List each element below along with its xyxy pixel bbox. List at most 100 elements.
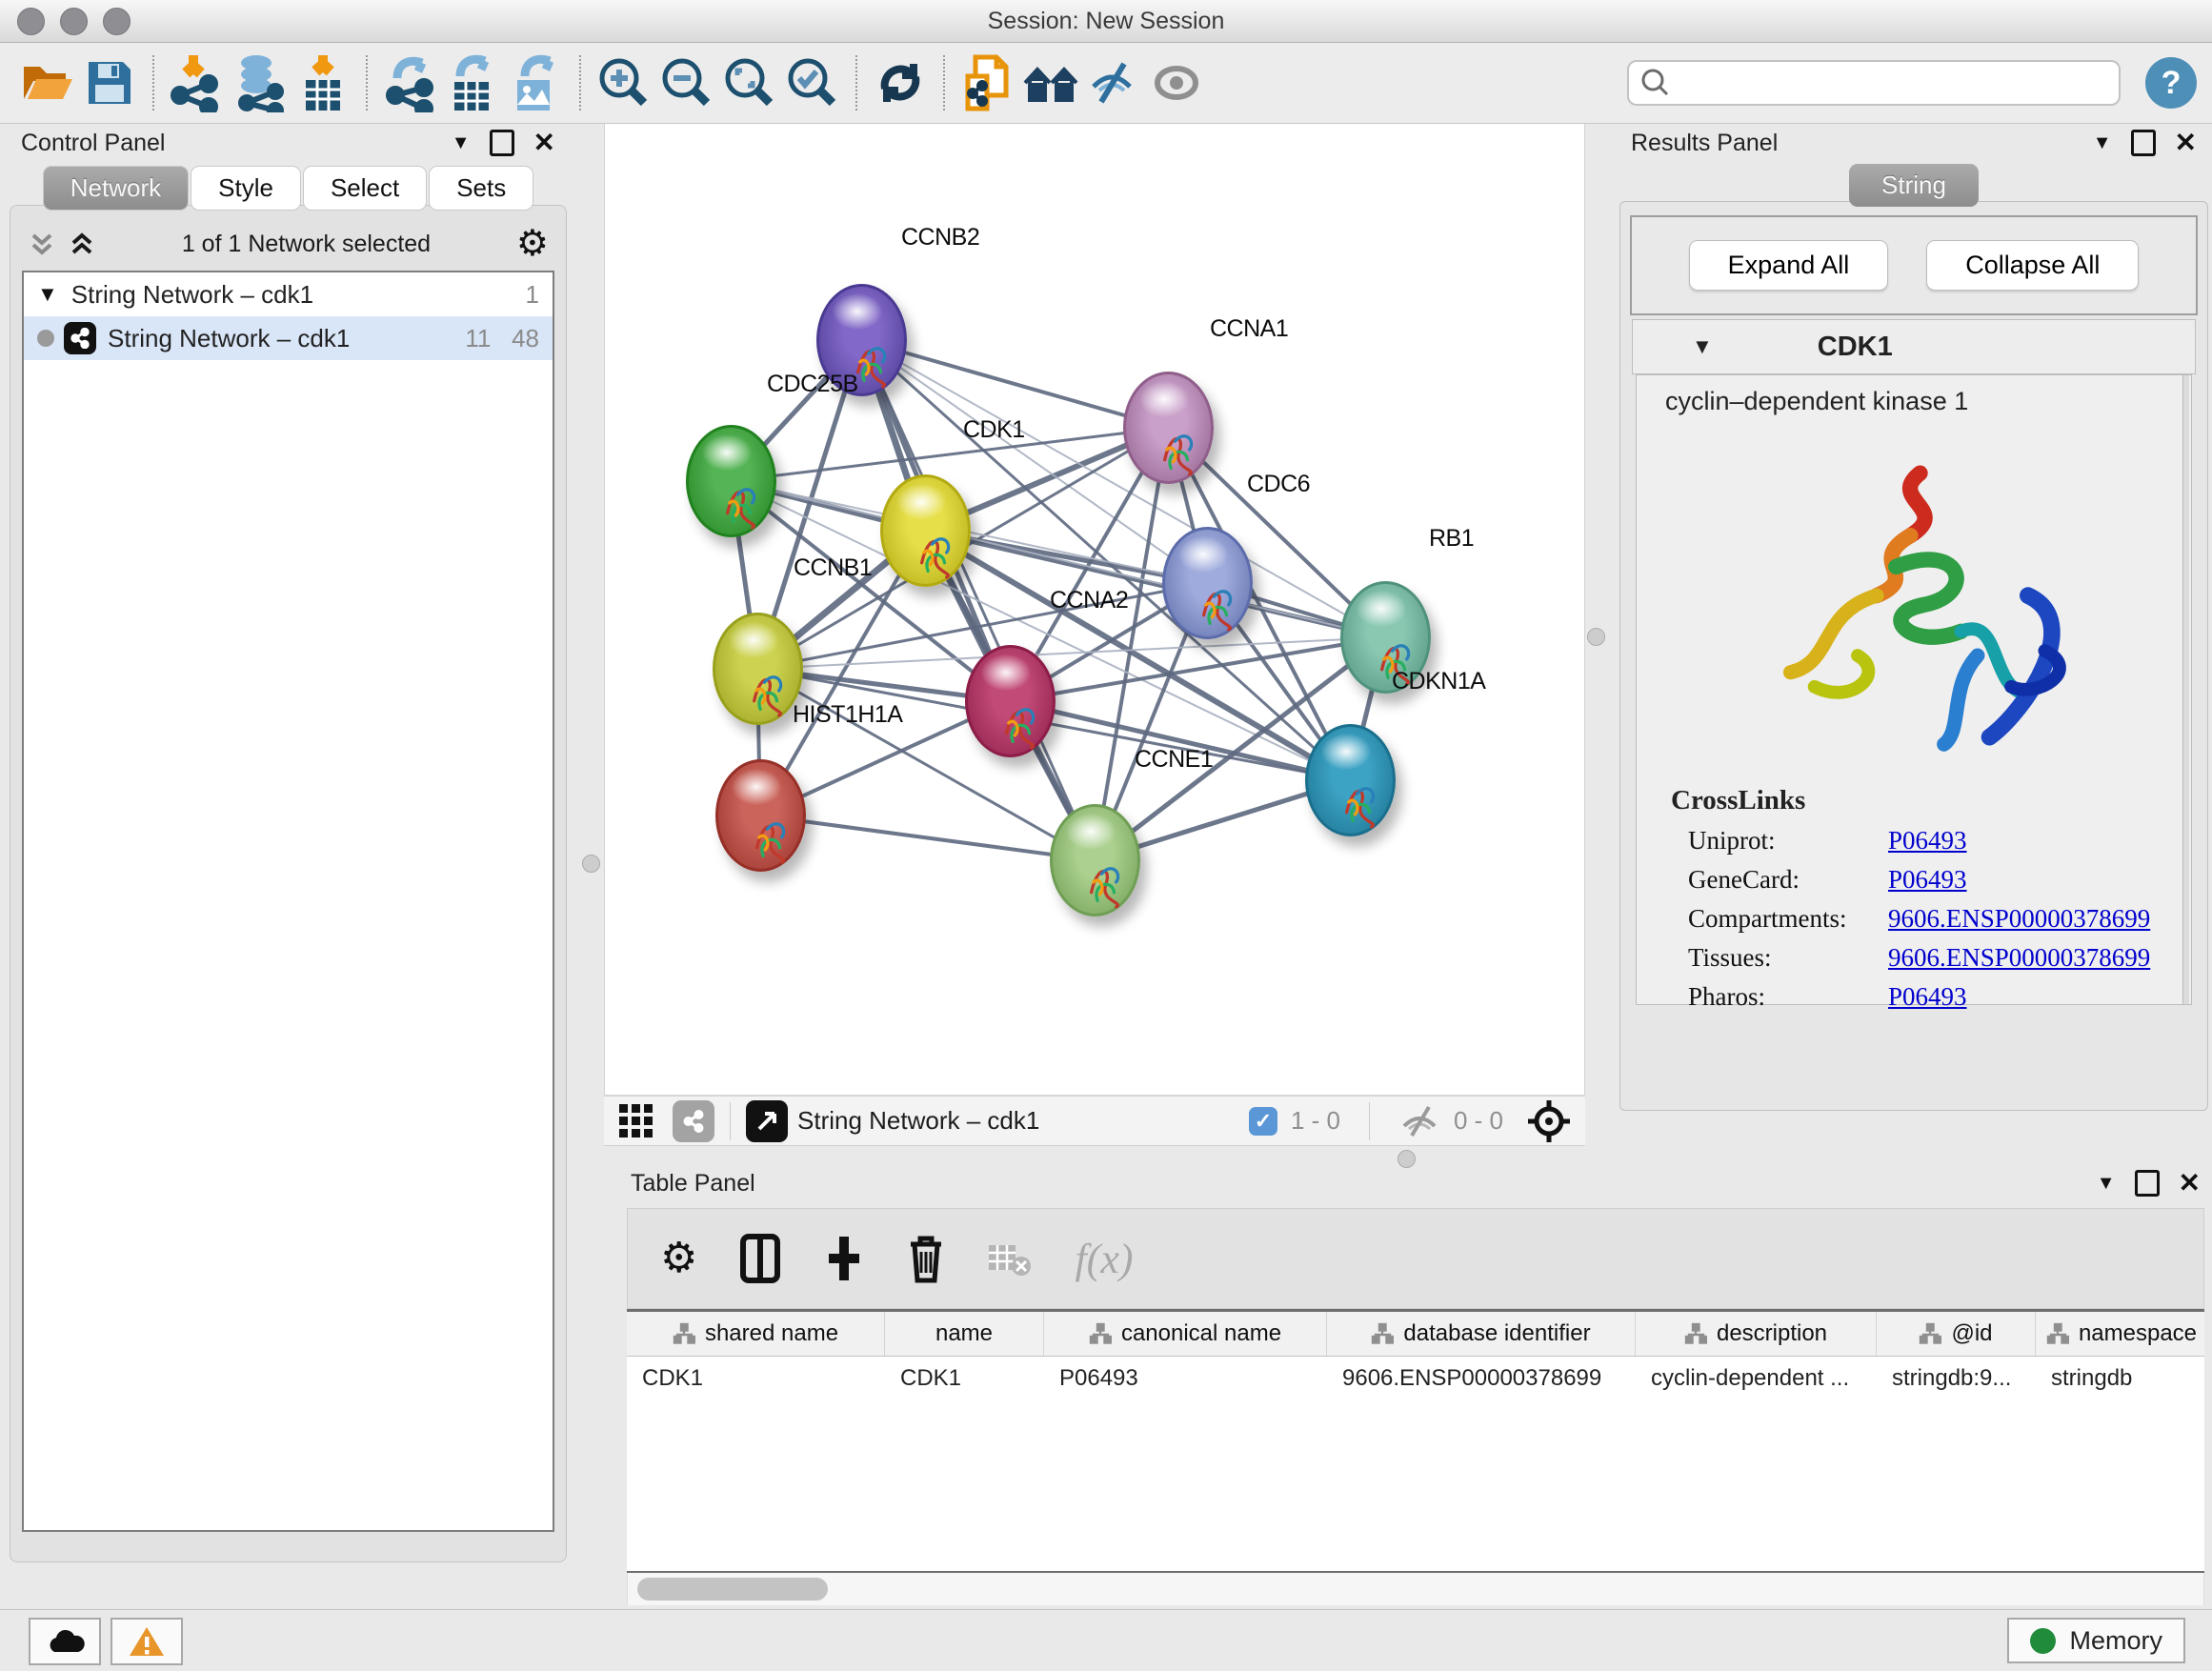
collection-expander-icon[interactable]: ▼ <box>37 282 58 307</box>
export-network-icon[interactable] <box>379 50 442 116</box>
table-row[interactable]: CDK1CDK1P064939606.ENSP00000378699cyclin… <box>627 1357 2204 1400</box>
network-overview-icon[interactable] <box>673 1100 714 1142</box>
collapse-all-chevron-icon[interactable] <box>68 230 96 258</box>
window-traffic-lights[interactable] <box>17 8 131 35</box>
collapse-all-button[interactable]: Collapse All <box>1926 240 2139 291</box>
hidden-items-eye-icon[interactable] <box>1398 1103 1440 1139</box>
float-panel-icon[interactable] <box>2131 130 2156 156</box>
network-edge-HIST1H1A-CCNE1[interactable] <box>760 815 1095 860</box>
crosslink-link-compartments-[interactable]: 9606.ENSP00000378699 <box>1888 904 2150 934</box>
expand-all-chevron-icon[interactable] <box>28 230 56 258</box>
table-cell[interactable]: P06493 <box>1044 1357 1327 1400</box>
zoom-in-icon[interactable] <box>593 50 655 116</box>
open-file-network-icon[interactable] <box>956 50 1019 116</box>
column-header-database-identifier[interactable]: database identifier <box>1327 1312 1636 1356</box>
collapse-panel-icon[interactable]: ▼ <box>452 132 471 154</box>
table-cell[interactable]: cyclin-dependent ... <box>1636 1357 1877 1400</box>
table-cell[interactable]: stringdb <box>2036 1357 2204 1400</box>
minimize-window-button[interactable] <box>60 8 88 35</box>
expand-all-button[interactable]: Expand All <box>1689 240 1889 291</box>
save-session-icon[interactable] <box>78 50 141 116</box>
show-grid-icon[interactable] <box>617 1102 655 1140</box>
cloud-status-button[interactable] <box>29 1618 101 1665</box>
float-panel-icon[interactable] <box>490 130 514 156</box>
import-network-from-file-icon[interactable] <box>166 50 229 116</box>
search-input[interactable] <box>1627 60 2121 106</box>
export-table-icon[interactable] <box>442 50 505 116</box>
toolbar-separator <box>730 1102 731 1140</box>
close-panel-icon[interactable]: ✕ <box>2175 132 2197 153</box>
network-node-CCNA2[interactable] <box>965 645 1056 757</box>
memory-button[interactable]: Memory <box>2007 1618 2185 1663</box>
gene-expander-icon[interactable]: ▼ <box>1692 334 1713 359</box>
table-cell[interactable]: CDK1 <box>627 1357 885 1400</box>
selected-items-checkbox-icon[interactable]: ✓ <box>1249 1107 1277 1136</box>
create-column-icon[interactable] <box>823 1233 865 1284</box>
scrollbar-thumb[interactable] <box>637 1578 828 1601</box>
zoom-selected-icon[interactable] <box>781 50 844 116</box>
crosslink-link-genecard-[interactable]: P06493 <box>1888 865 1967 895</box>
left-splitter-handle[interactable] <box>582 855 600 873</box>
table-cell[interactable]: CDK1 <box>885 1357 1044 1400</box>
column-header-description[interactable]: description <box>1636 1312 1877 1356</box>
function-builder-icon[interactable]: f(x) <box>1075 1235 1133 1283</box>
column-header-shared-name[interactable]: shared name <box>627 1312 885 1356</box>
network-row[interactable]: String Network – cdk1 11 48 <box>24 316 553 360</box>
tab-select[interactable]: Select <box>303 166 427 211</box>
tab-sets[interactable]: Sets <box>429 166 533 211</box>
delete-columns-icon[interactable] <box>907 1233 945 1284</box>
table-cell[interactable]: 9606.ENSP00000378699 <box>1327 1357 1636 1400</box>
network-node-CDC6[interactable] <box>1162 527 1253 639</box>
zoom-fit-content-icon[interactable] <box>718 50 781 116</box>
network-edge-CCNB2-CCNA1[interactable] <box>861 340 1168 428</box>
warnings-button[interactable] <box>111 1618 183 1665</box>
network-node-CCNB1[interactable] <box>713 613 803 725</box>
show-glass-eye-icon[interactable] <box>1145 50 1208 116</box>
table-horizontal-scrollbar[interactable] <box>627 1573 2204 1605</box>
table-cell[interactable]: stringdb:9... <box>1877 1357 2036 1400</box>
column-header-name[interactable]: name <box>885 1312 1044 1356</box>
collapse-panel-icon[interactable]: ▼ <box>2097 1173 2116 1195</box>
network-canvas[interactable]: CCNB2CCNA1CDC25BCDK1CDC6RB1CCNB1CCNA2CDK… <box>604 124 1585 1095</box>
results-scrollbar[interactable] <box>2182 375 2189 1004</box>
column-header--id[interactable]: @id <box>1877 1312 2036 1356</box>
open-session-icon[interactable] <box>15 50 78 116</box>
column-settings-gear-icon[interactable]: ⚙ <box>660 1240 697 1277</box>
column-header-namespace[interactable]: namespace <box>2036 1312 2204 1356</box>
detach-view-icon[interactable] <box>746 1100 788 1142</box>
import-table-from-file-icon[interactable] <box>292 50 354 116</box>
crosslink-link-pharos-[interactable]: P06493 <box>1888 982 1967 1012</box>
column-header-canonical-name[interactable]: canonical name <box>1044 1312 1327 1356</box>
crosslink-link-uniprot-[interactable]: P06493 <box>1888 826 1967 856</box>
network-options-gear-icon[interactable]: ⚙ <box>516 226 549 262</box>
import-network-from-database-icon[interactable] <box>229 50 292 116</box>
network-node-CCNE1[interactable] <box>1050 804 1140 916</box>
export-image-icon[interactable] <box>505 50 568 116</box>
close-panel-icon[interactable]: ✕ <box>2179 1173 2201 1194</box>
collapse-panel-icon[interactable]: ▼ <box>2093 132 2112 154</box>
tab-style[interactable]: Style <box>191 166 301 211</box>
show-columns-icon[interactable] <box>739 1233 781 1284</box>
hide-glass-eye-icon[interactable] <box>1082 50 1145 116</box>
zoom-out-icon[interactable] <box>655 50 718 116</box>
refresh-view-icon[interactable] <box>869 50 932 116</box>
network-node-CDKN1A[interactable] <box>1305 724 1396 836</box>
network-node-CCNA1[interactable] <box>1123 372 1214 484</box>
close-window-button[interactable] <box>17 8 45 35</box>
right-splitter-handle[interactable] <box>1587 628 1605 646</box>
pan-crosshair-icon[interactable] <box>1526 1098 1572 1144</box>
delete-table-icon[interactable] <box>987 1239 1033 1278</box>
gene-section-header[interactable]: ▼ CDK1 <box>1632 319 2196 374</box>
tab-network[interactable]: Network <box>43 166 189 211</box>
network-node-HIST1H1A[interactable] <box>715 759 806 872</box>
close-panel-icon[interactable]: ✕ <box>533 132 555 153</box>
zoom-window-button[interactable] <box>103 8 131 35</box>
float-panel-icon[interactable] <box>2135 1170 2160 1197</box>
help-icon[interactable]: ? <box>2145 57 2197 109</box>
crosslink-link-tissues-[interactable]: 9606.ENSP00000378699 <box>1888 943 2150 973</box>
tab-string[interactable]: String <box>1849 164 1979 207</box>
network-node-CDK1[interactable] <box>880 474 971 587</box>
network-collection-row[interactable]: ▼ String Network – cdk1 1 <box>24 272 553 316</box>
string-home-icon[interactable] <box>1019 50 1082 116</box>
network-node-CDC25B[interactable] <box>686 425 776 537</box>
